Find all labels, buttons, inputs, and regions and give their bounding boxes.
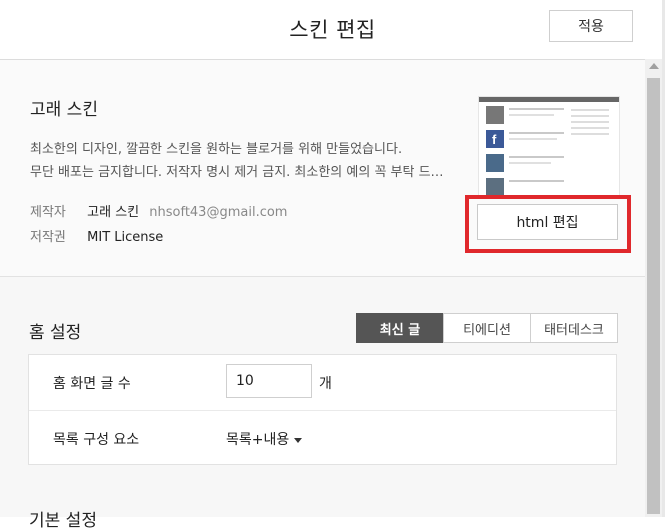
- post-count-unit: 개: [319, 376, 332, 392]
- license-value: MIT License: [87, 230, 164, 245]
- list-layout-dropdown[interactable]: 목록+내용: [226, 429, 303, 449]
- thumbnail-sidebar-line: [571, 133, 609, 135]
- thumbnail-text-line: [509, 114, 554, 116]
- post-count-label: 홈 화면 글 수: [53, 376, 131, 392]
- tab-t-edition[interactable]: 티에디션: [443, 313, 531, 343]
- home-settings-title: 홈 설정: [29, 323, 82, 343]
- thumbnail-post-image: [486, 154, 504, 172]
- thumbnail-topbar: [479, 97, 619, 102]
- thumbnail-text-line: [509, 138, 557, 140]
- author-email: nhsoft43@gmail.com: [149, 205, 288, 220]
- thumbnail-post-image: [486, 106, 504, 124]
- thumbnail-post-image: [486, 178, 504, 196]
- thumbnail-text-line: [509, 156, 564, 158]
- skin-preview-thumbnail: f: [478, 96, 620, 198]
- author-row: 제작자 고래 스킨 nhsoft43@gmail.com: [30, 201, 287, 220]
- thumbnail-text-line: [509, 108, 564, 110]
- divider: [29, 410, 616, 411]
- basic-settings-title: 기본 설정: [29, 511, 97, 531]
- tab-tatter-desk[interactable]: 태터데스크: [530, 313, 618, 343]
- skin-description-line: 무단 배포는 금지합니다. 저작자 명시 제거 금지. 최소한의 예의 꼭 부탁…: [30, 165, 444, 180]
- thumbnail-text-line: [509, 132, 564, 134]
- author-label: 제작자: [30, 205, 66, 220]
- scroll-up-arrow-icon[interactable]: [649, 63, 659, 69]
- list-layout-value: 목록+내용: [226, 432, 290, 448]
- license-label: 저작권: [30, 230, 66, 245]
- skin-description-line: 최소한의 디자인, 깔끔한 스킨을 원하는 블로거를 위해 만들었습니다.: [30, 142, 403, 157]
- author-name: 고래 스킨: [87, 205, 140, 220]
- caret-down-icon: [294, 437, 303, 443]
- header-bar: 스킨 편집 적용: [0, 0, 645, 60]
- apply-button[interactable]: 적용: [549, 10, 633, 42]
- skin-description: 최소한의 디자인, 깔끔한 스킨을 원하는 블로거를 위해 만들었습니다. 무단…: [30, 138, 450, 184]
- thumbnail-sidebar-line: [571, 121, 609, 123]
- svg-text:f: f: [492, 132, 497, 147]
- post-count-input[interactable]: 10: [226, 364, 312, 398]
- thumbnail-sidebar-line: [571, 127, 609, 129]
- thumbnail-sidebar-line: [571, 109, 609, 111]
- thumbnail-text-line: [509, 162, 551, 164]
- tab-latest-posts[interactable]: 최신 글: [356, 313, 444, 343]
- list-layout-label: 목록 구성 요소: [53, 432, 140, 448]
- thumbnail-text-line: [509, 180, 564, 182]
- html-edit-button[interactable]: html 편집: [477, 204, 618, 240]
- skin-name: 고래 스킨: [30, 100, 98, 120]
- thumbnail-sidebar-line: [571, 115, 609, 117]
- facebook-icon: f: [486, 130, 504, 148]
- license-row: 저작권 MIT License: [30, 226, 163, 245]
- scrollbar-thumb[interactable]: [647, 78, 660, 514]
